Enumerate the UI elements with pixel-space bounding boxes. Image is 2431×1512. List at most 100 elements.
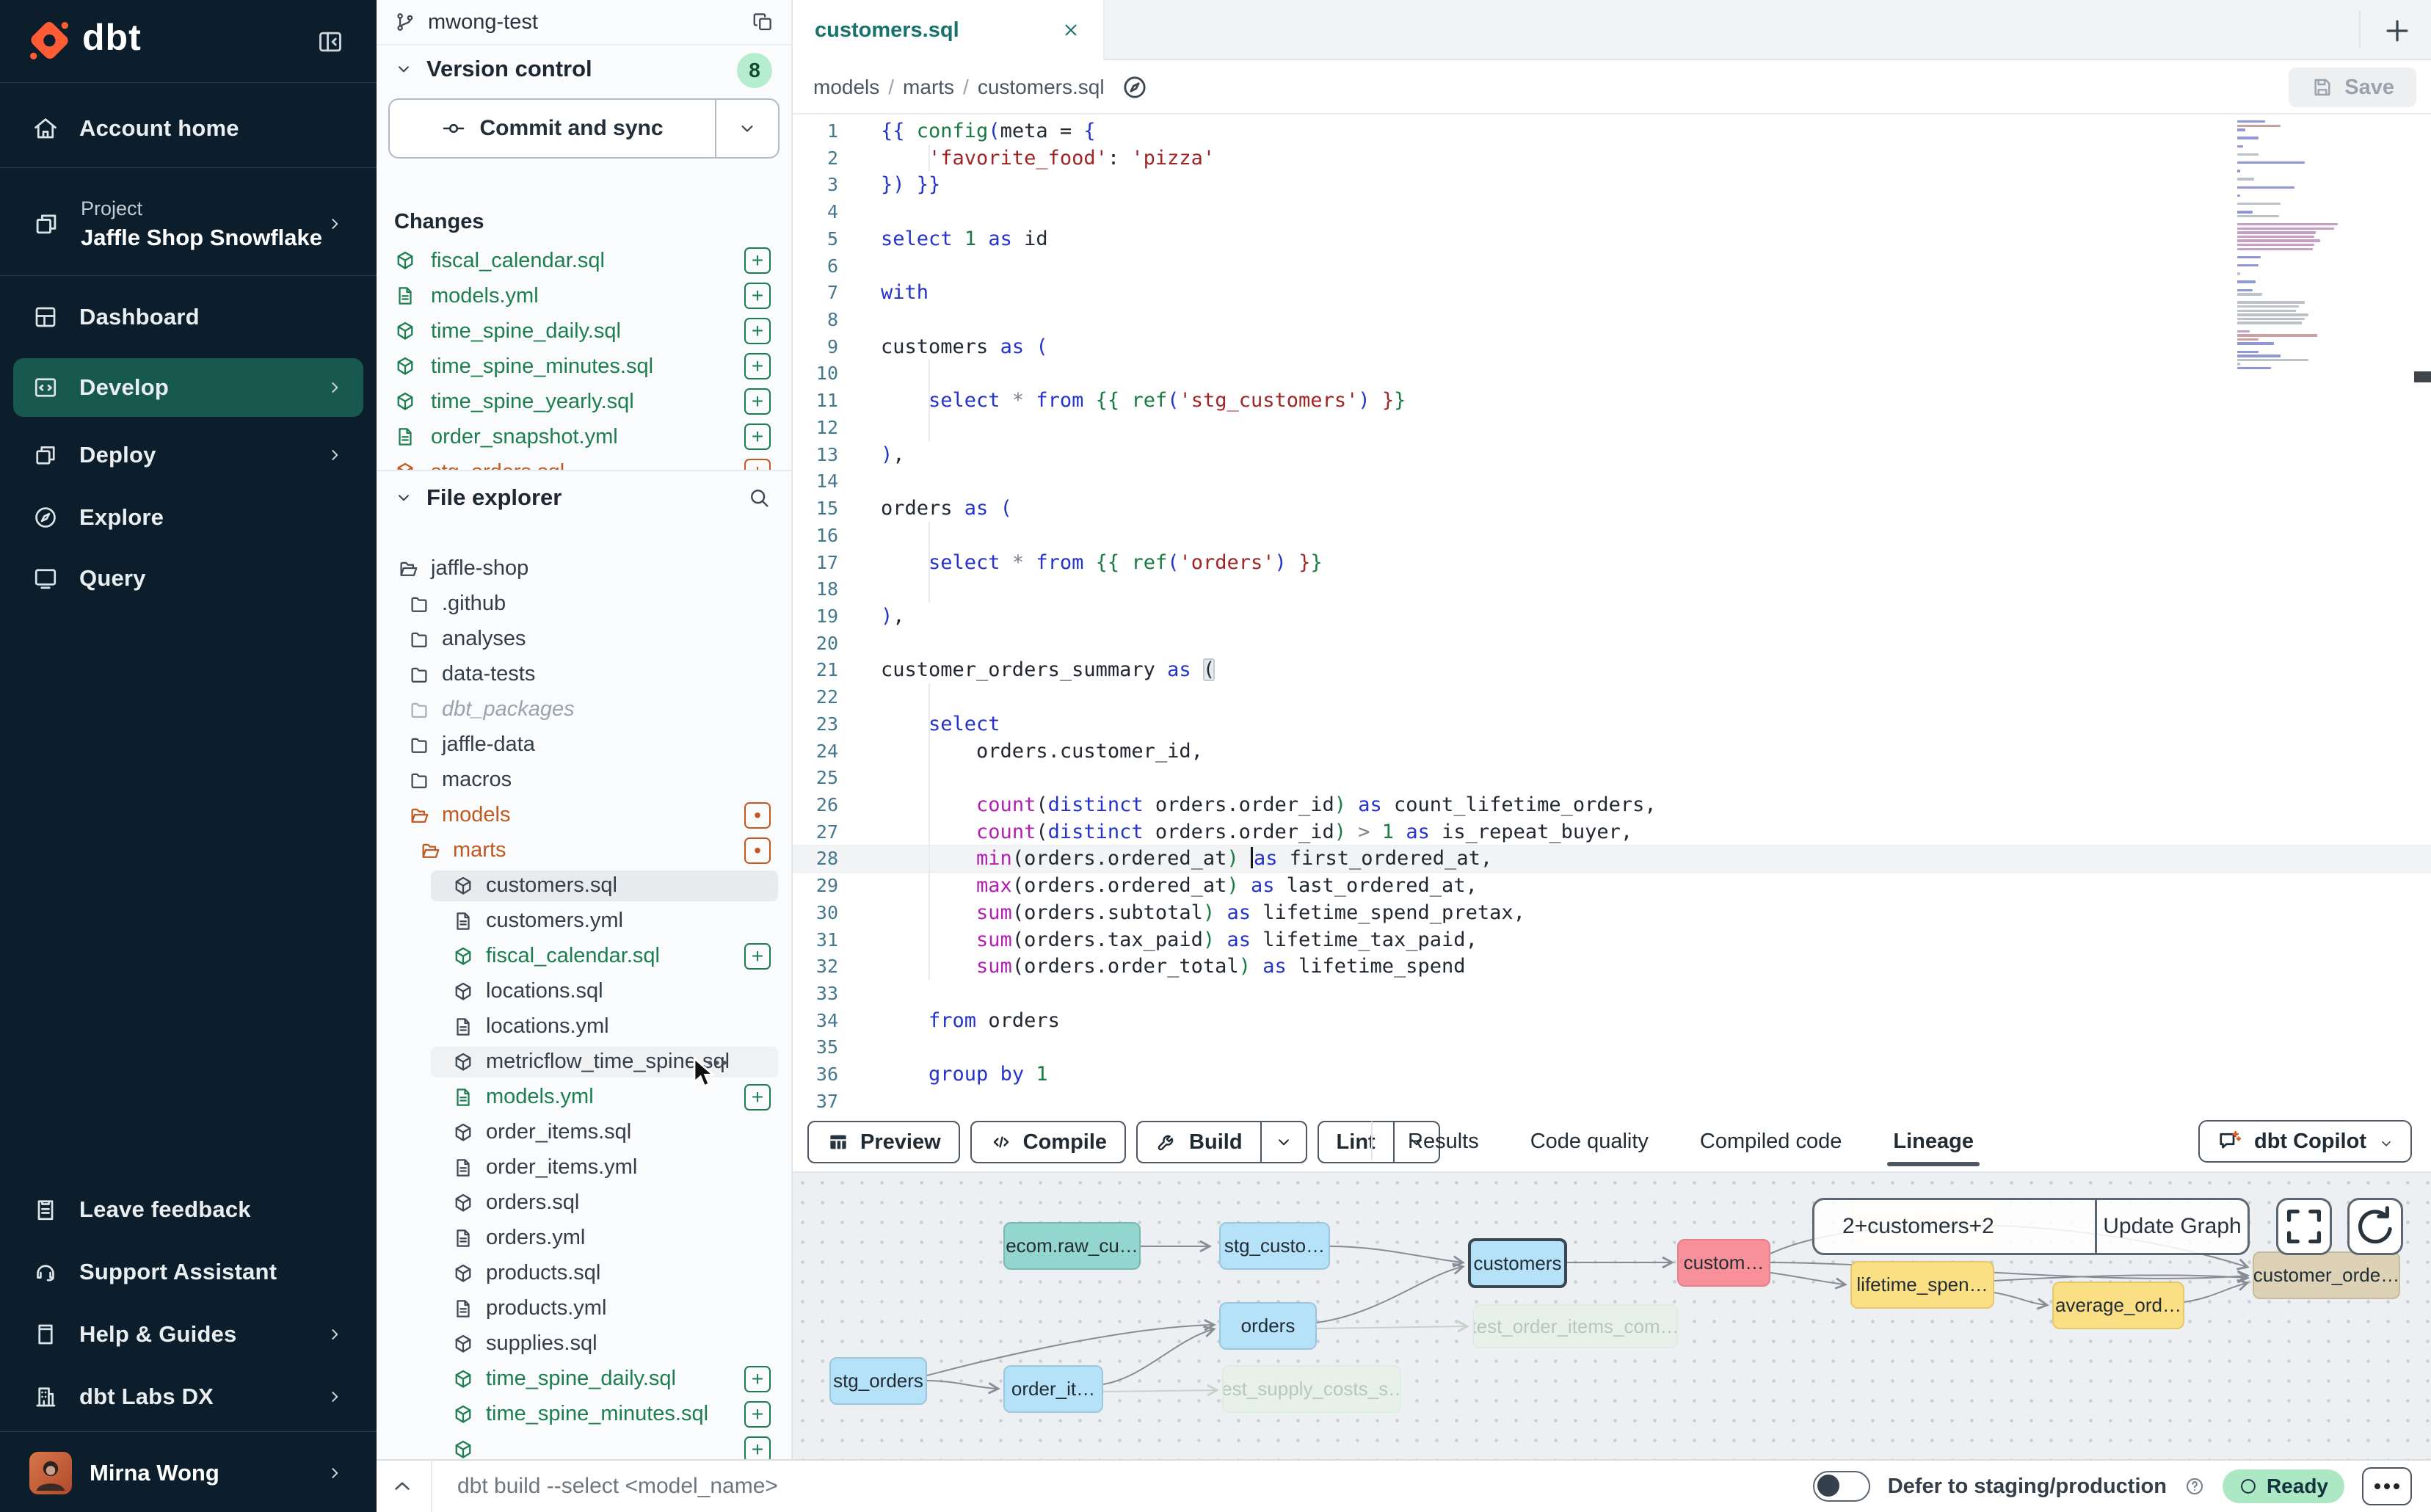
changed-file-order_snapshot.yml[interactable]: order_snapshot.yml+ — [377, 419, 791, 454]
tree-item-products.yml[interactable]: products.yml — [377, 1291, 791, 1326]
code-line-23[interactable]: 23 select — [793, 710, 2431, 738]
tree-item-order_items.yml[interactable]: order_items.yml — [377, 1150, 791, 1185]
sidebar-item-dashboard[interactable]: Dashboard — [13, 288, 363, 346]
search-icon[interactable] — [747, 486, 771, 509]
lineage-graph[interactable]: count_lifetim…test_order_items_com…test_… — [793, 1173, 2431, 1459]
code-line-13[interactable]: 13), — [793, 441, 2431, 468]
lineage-node-ord[interactable]: orders — [1219, 1302, 1317, 1350]
tree-item-data-tests[interactable]: data-tests — [377, 657, 791, 692]
sidebar-item-help-guides[interactable]: Help & Guides — [13, 1305, 363, 1364]
tree-item-.github[interactable]: .github — [377, 586, 791, 622]
changed-file-time_spine_yearly.sql[interactable]: time_spine_yearly.sql+ — [377, 384, 791, 419]
stage-file-button[interactable]: + — [744, 353, 771, 379]
code-line-33[interactable]: 33 — [793, 980, 2431, 1007]
tree-item-time_spine_minutes.sql[interactable]: time_spine_minutes.sql+ — [377, 1397, 791, 1432]
defer-toggle[interactable] — [1813, 1471, 1870, 1502]
code-line-2[interactable]: 2 'favorite_food': 'pizza' — [793, 145, 2431, 172]
tab-lineage[interactable]: Lineage — [1893, 1111, 1974, 1171]
code-line-11[interactable]: 11 select * from {{ ref('stg_customers')… — [793, 387, 2431, 414]
stage-file-button[interactable]: + — [744, 318, 771, 344]
code-line-37[interactable]: 37 — [793, 1088, 2431, 1111]
lineage-node-ltv[interactable]: lifetime_spen… — [1850, 1261, 1994, 1309]
tree-item-locations.sql[interactable]: locations.sql — [377, 974, 791, 1009]
tree-item-orders.sql[interactable]: orders.sql — [377, 1185, 791, 1221]
changed-file-time_spine_daily.sql[interactable]: time_spine_daily.sql+ — [377, 313, 791, 349]
sidebar-item-support-assistant[interactable]: Support Assistant — [13, 1243, 363, 1301]
update-graph-button[interactable]: Update Graph — [2097, 1200, 2248, 1253]
close-icon[interactable] — [1061, 20, 1081, 40]
commit-options-button[interactable] — [715, 100, 778, 157]
tree-item-models.yml[interactable]: models.yml+ — [377, 1080, 791, 1115]
tree-item-order_items.sql[interactable]: order_items.sql — [377, 1115, 791, 1150]
code-line-7[interactable]: 7with — [793, 279, 2431, 306]
code-line-25[interactable]: 25 — [793, 764, 2431, 791]
tree-item-jaffle-data[interactable]: jaffle-data — [377, 727, 791, 763]
code-line-19[interactable]: 19), — [793, 603, 2431, 630]
breadcrumb-item[interactable]: models — [813, 76, 879, 99]
code-line-16[interactable]: 16 — [793, 522, 2431, 549]
lineage-selector-input[interactable]: 2+customers+2 — [1814, 1200, 2095, 1253]
stage-file-button[interactable]: + — [744, 388, 771, 415]
sidebar-item-query[interactable]: Query — [13, 549, 363, 608]
tree-item-locations.yml[interactable]: locations.yml — [377, 1009, 791, 1044]
code-line-10[interactable]: 10 — [793, 360, 2431, 387]
sidebar-item-leave-feedback[interactable]: Leave feedback — [13, 1180, 363, 1239]
sidebar-item-user[interactable]: Mirna Wong — [13, 1443, 363, 1503]
lineage-node-stgo[interactable]: stg_orders — [829, 1357, 927, 1405]
code-line-34[interactable]: 34 from orders — [793, 1007, 2431, 1034]
tab-code-quality[interactable]: Code quality — [1530, 1111, 1649, 1171]
tree-item-dbt_packages[interactable]: dbt_packages — [377, 692, 791, 727]
stage-file-button[interactable]: + — [744, 943, 771, 970]
stage-file-button[interactable]: + — [744, 283, 771, 309]
changed-file-models.yml[interactable]: models.yml+ — [377, 278, 791, 313]
stage-file-button[interactable]: + — [744, 1366, 771, 1392]
sidebar-item-project[interactable]: Project Jaffle Shop Snowflake — [13, 176, 363, 272]
chevron-down-icon[interactable] — [394, 59, 413, 79]
collapse-sidebar-icon[interactable] — [316, 28, 344, 56]
lineage-node-cpink[interactable]: custom… — [1677, 1239, 1770, 1287]
tab-compiled-code[interactable]: Compiled code — [1700, 1111, 1842, 1171]
explore-compass-icon[interactable] — [1121, 73, 1149, 101]
tree-item-models[interactable]: models• — [377, 798, 791, 833]
code-line-22[interactable]: 22 — [793, 683, 2431, 710]
stage-file-button[interactable]: + — [744, 1401, 771, 1428]
tree-item-marts[interactable]: marts• — [377, 833, 791, 868]
stage-file-button[interactable]: + — [744, 1084, 771, 1111]
tree-item-macros[interactable]: macros — [377, 763, 791, 798]
copy-icon[interactable] — [752, 11, 774, 33]
lineage-node-cord[interactable]: customer_orde… — [2253, 1251, 2400, 1299]
build-options-button[interactable] — [1260, 1122, 1306, 1162]
tree-item-time_spine_daily.sql[interactable]: time_spine_daily.sql+ — [377, 1362, 791, 1397]
stage-file-button[interactable]: + — [744, 1436, 771, 1459]
code-editor[interactable]: 1{{ config(meta = {2 'favorite_food': 'p… — [793, 115, 2431, 1111]
code-line-29[interactable]: 29 max(orders.ordered_at) as last_ordere… — [793, 872, 2431, 899]
sidebar-item-deploy[interactable]: Deploy — [13, 426, 363, 484]
command-input[interactable]: dbt build --select <model_name> — [457, 1474, 778, 1499]
build-button[interactable]: Build — [1136, 1121, 1307, 1163]
code-line-21[interactable]: 21customer_orders_summary as ( — [793, 656, 2431, 683]
tab-customers-sql[interactable]: customers.sql — [793, 0, 1105, 60]
code-line-17[interactable]: 17 select * from {{ ref('orders') }} — [793, 549, 2431, 576]
tree-item-analyses[interactable]: analyses — [377, 622, 791, 657]
changed-file-time_spine_minutes.sql[interactable]: time_spine_minutes.sql+ — [377, 349, 791, 384]
code-line-24[interactable]: 24 orders.customer_id, — [793, 738, 2431, 765]
code-line-35[interactable]: 35 — [793, 1033, 2431, 1061]
code-line-14[interactable]: 14 — [793, 468, 2431, 495]
help-question-icon[interactable] — [2184, 1476, 2205, 1497]
lineage-node-toi[interactable]: test_order_items_com… — [1472, 1304, 1678, 1348]
code-line-18[interactable]: 18 — [793, 575, 2431, 603]
fullscreen-button[interactable] — [2276, 1198, 2332, 1255]
code-line-28[interactable]: 28 min(orders.ordered_at) as first_order… — [793, 845, 2431, 872]
tree-item-cut-row[interactable]: + — [377, 1432, 791, 1459]
sidebar-item-account-home[interactable]: Account home — [13, 99, 363, 158]
new-tab-button[interactable] — [2381, 15, 2413, 47]
lineage-node-stgc[interactable]: stg_custo… — [1219, 1222, 1330, 1270]
code-line-5[interactable]: 5select 1 as id — [793, 225, 2431, 252]
more-options-button[interactable] — [2362, 1467, 2412, 1505]
code-line-20[interactable]: 20 — [793, 630, 2431, 657]
scrollbar-thumb[interactable] — [2414, 371, 2431, 382]
code-line-31[interactable]: 31 sum(orders.tax_paid) as lifetime_tax_… — [793, 926, 2431, 953]
changed-file-fiscal_calendar.sql[interactable]: fiscal_calendar.sql+ — [377, 243, 791, 278]
save-button[interactable]: Save — [2289, 68, 2416, 107]
lineage-node-avg[interactable]: average_ord… — [2052, 1282, 2184, 1329]
